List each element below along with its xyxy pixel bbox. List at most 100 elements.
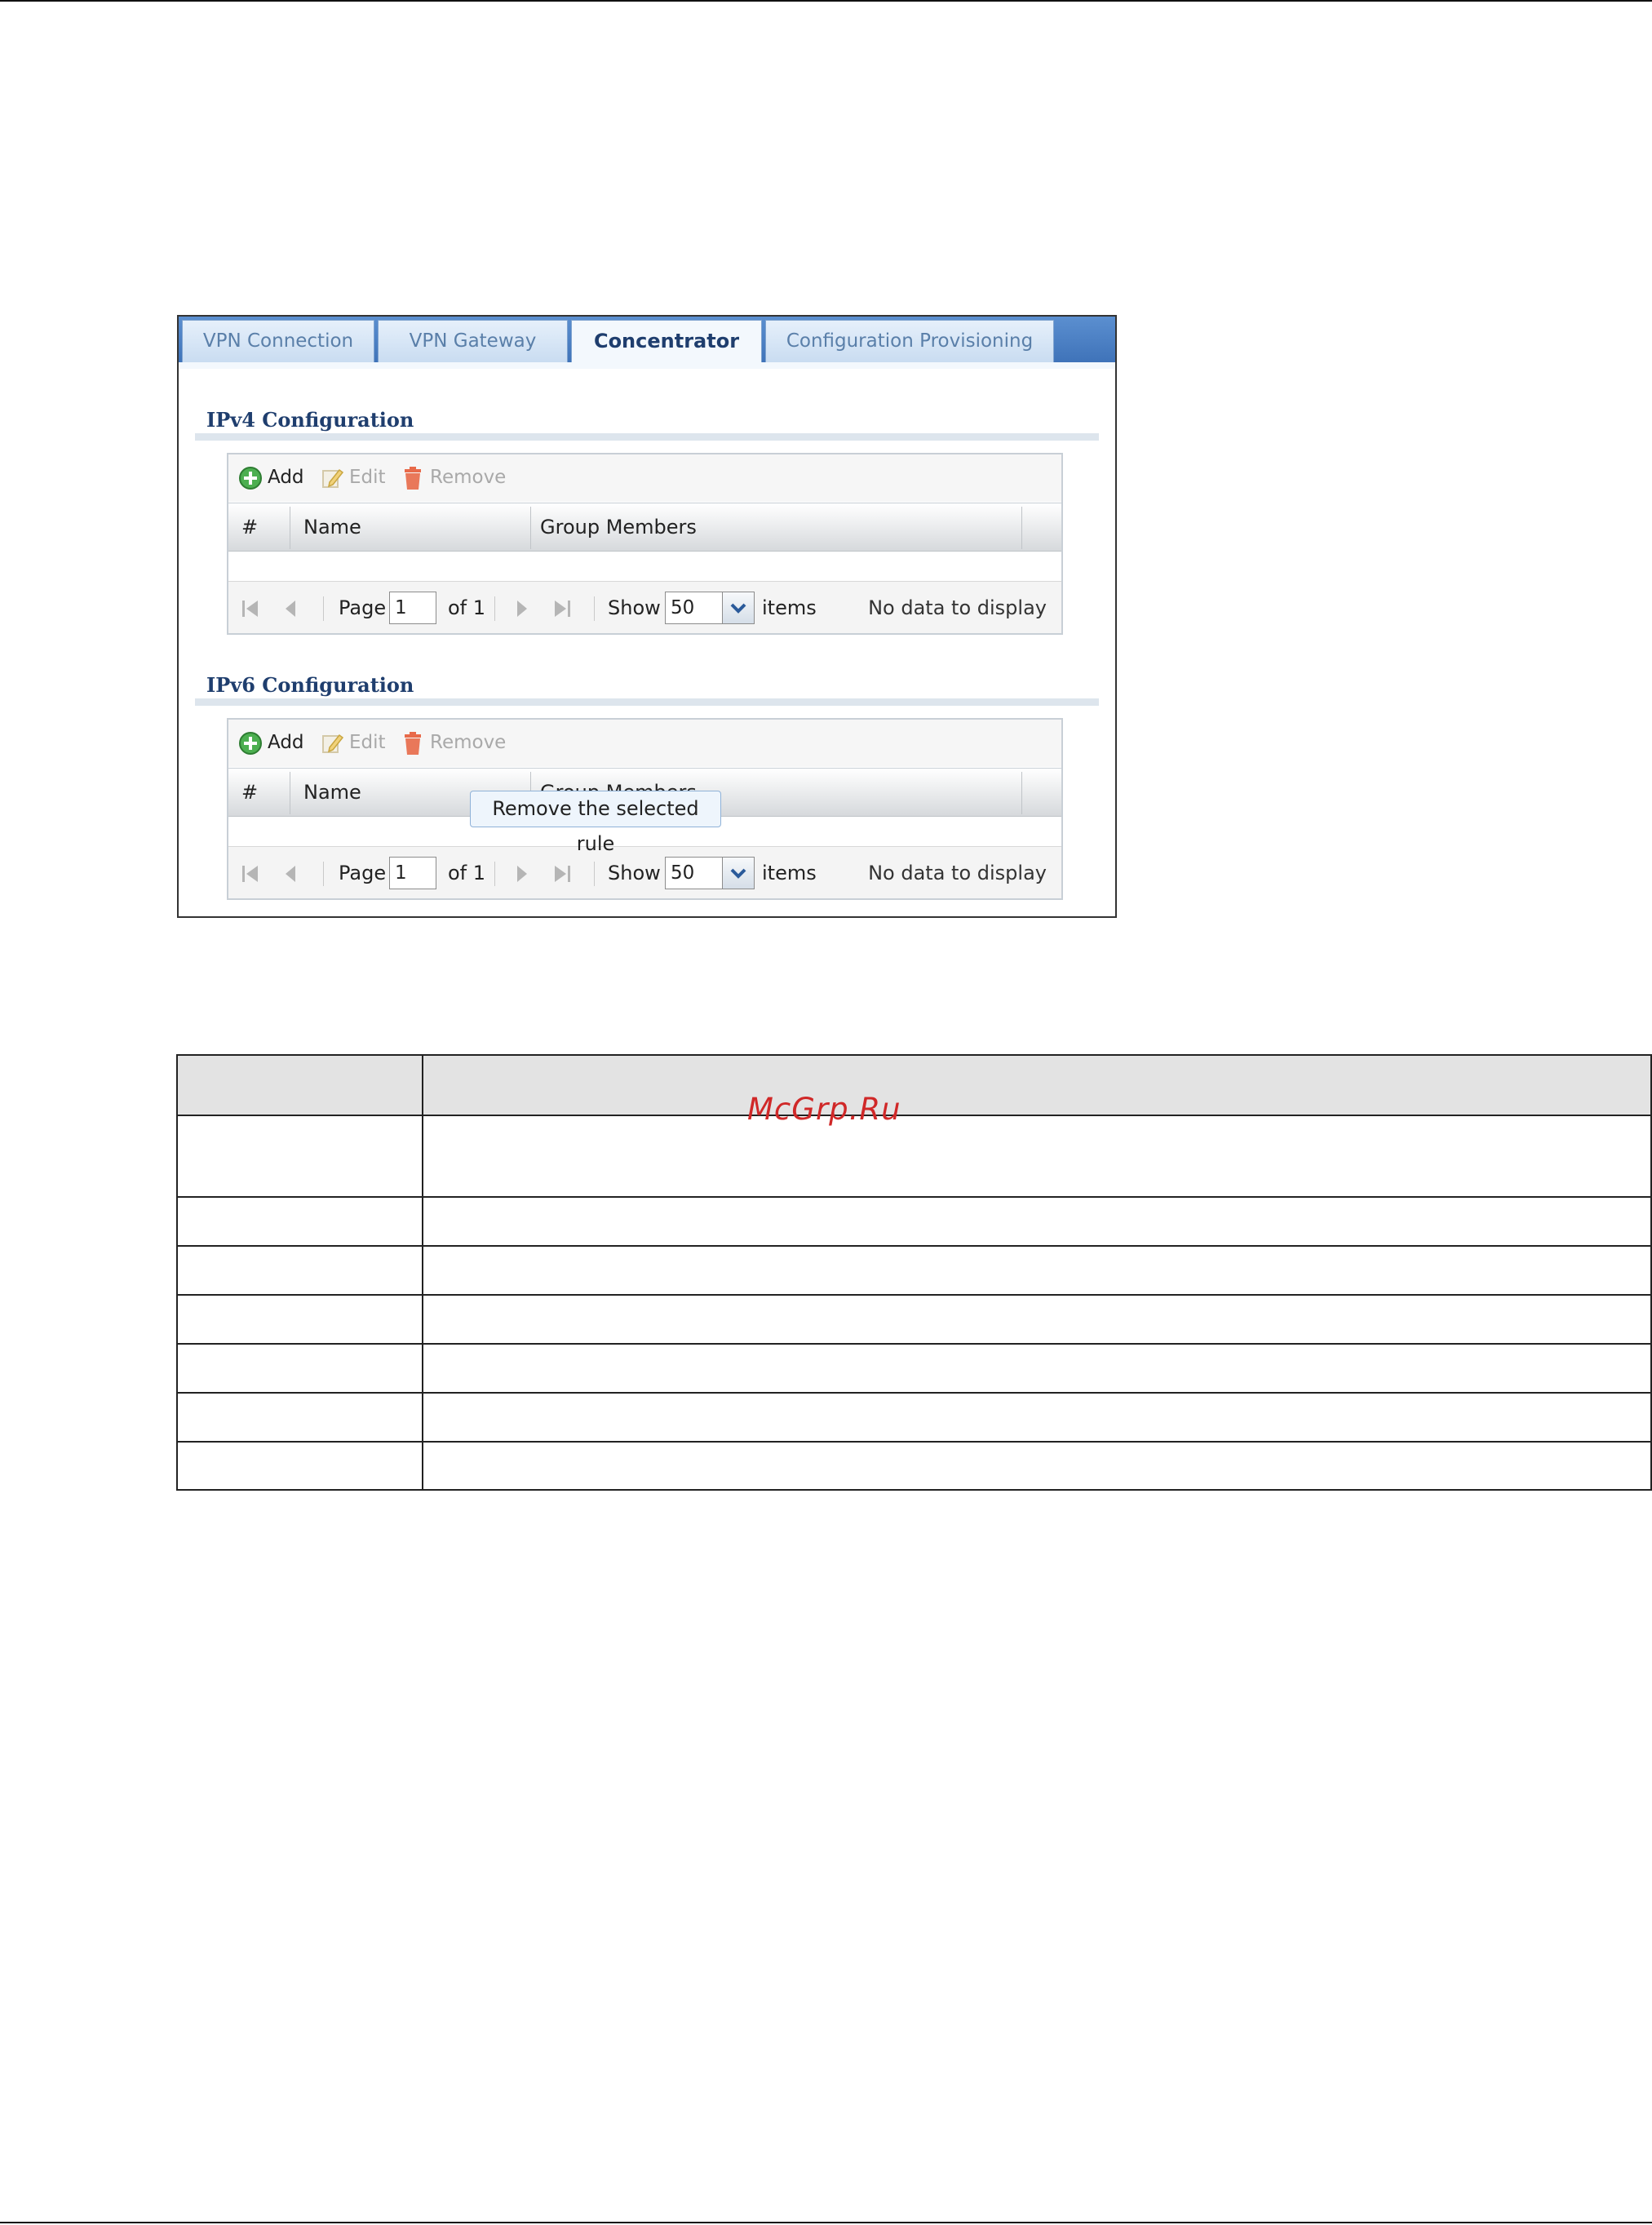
status-text: No data to display — [868, 862, 1047, 884]
page-number-input[interactable]: 1 — [389, 592, 436, 624]
ipv6-pager: Page 1 of 1 Show 50 items No data to dis… — [228, 846, 1061, 898]
pager-divider — [323, 862, 324, 886]
first-page-icon[interactable] — [240, 863, 263, 884]
ipv4-add-button[interactable]: Add — [238, 464, 304, 490]
ipv6-remove-button[interactable]: Remove — [401, 729, 506, 756]
pager-divider — [594, 862, 595, 886]
items-label: items — [762, 862, 817, 884]
next-page-icon[interactable] — [509, 863, 532, 884]
column-header-group-members[interactable]: Group Members — [540, 503, 697, 551]
ipv4-table-body — [228, 552, 1061, 580]
trash-icon — [405, 731, 421, 755]
column-header-number[interactable]: # — [241, 769, 258, 816]
tab-content-strip — [179, 362, 1115, 369]
chevron-down-icon — [730, 868, 746, 879]
ipv4-toolbar: Add Edit Remove — [228, 454, 1061, 502]
page-size-dropdown-button[interactable] — [722, 592, 755, 624]
column-divider — [1021, 507, 1022, 549]
tab-vpn-connection[interactable]: VPN Connection — [182, 320, 374, 362]
column-divider — [1021, 772, 1022, 814]
page-bottom-rule — [0, 2222, 1652, 2223]
page-label: Page — [339, 596, 387, 619]
page-top-rule — [0, 0, 1652, 2]
remove-tooltip: Remove the selected rule — [470, 791, 721, 855]
table-row — [176, 1294, 1652, 1345]
watermark: McGrp.Ru — [747, 1092, 901, 1127]
show-label: Show — [608, 596, 661, 619]
items-label: items — [762, 596, 817, 619]
ipv4-section-divider — [195, 433, 1099, 441]
ipv6-toolbar: Add Edit Remove — [228, 720, 1061, 767]
table-cell — [422, 1196, 1652, 1247]
pager-divider — [323, 596, 324, 621]
column-header-name[interactable]: Name — [303, 769, 361, 816]
previous-page-icon[interactable] — [281, 598, 303, 619]
chevron-down-icon — [730, 603, 746, 614]
first-page-icon[interactable] — [240, 598, 263, 619]
pager-divider — [494, 862, 495, 886]
add-icon — [239, 731, 262, 755]
ipv4-edit-button[interactable]: Edit — [320, 464, 386, 490]
last-page-icon[interactable] — [550, 863, 573, 884]
concentrator-screenshot: VPN Connection VPN Gateway Concentrator … — [177, 315, 1117, 918]
table-row — [176, 1441, 1652, 1491]
remove-label: Remove — [430, 732, 507, 753]
ipv6-section-title: IPv6 Configuration — [206, 673, 414, 697]
table-cell — [422, 1245, 1652, 1296]
table-cell — [176, 1343, 423, 1394]
add-label: Add — [268, 732, 304, 753]
add-icon — [239, 466, 262, 490]
tab-bar: VPN Connection VPN Gateway Concentrator … — [179, 317, 1115, 362]
status-text: No data to display — [868, 596, 1047, 619]
table-cell — [422, 1115, 1652, 1198]
previous-page-icon[interactable] — [281, 863, 303, 884]
pager-divider — [594, 596, 595, 621]
table-row — [176, 1245, 1652, 1296]
show-label: Show — [608, 862, 661, 884]
table-cell — [176, 1245, 423, 1296]
pager-divider — [494, 596, 495, 621]
table-header-cell — [422, 1054, 1652, 1116]
add-label: Add — [268, 467, 304, 488]
edit-icon — [322, 734, 344, 753]
page-count-label: of 1 — [448, 862, 486, 884]
edit-icon — [322, 468, 344, 488]
table-header-row — [176, 1054, 1652, 1116]
tab-concentrator[interactable]: Concentrator — [571, 320, 762, 362]
ipv4-panel: Add Edit Remove # Name Group Members Pag… — [227, 453, 1063, 635]
page-count-label: of 1 — [448, 596, 486, 619]
ipv4-pager: Page 1 of 1 Show 50 items No data to dis… — [228, 581, 1061, 633]
edit-label: Edit — [349, 467, 386, 488]
tab-configuration-provisioning[interactable]: Configuration Provisioning — [765, 320, 1054, 362]
table-cell — [176, 1294, 423, 1345]
page-size-dropdown-button[interactable] — [722, 857, 755, 889]
field-description-table — [176, 1054, 1652, 1491]
page-label: Page — [339, 862, 387, 884]
ipv6-section-divider — [195, 698, 1099, 706]
table-cell — [176, 1392, 423, 1443]
next-page-icon[interactable] — [509, 598, 532, 619]
trash-icon — [405, 466, 421, 490]
tab-vpn-gateway[interactable]: VPN Gateway — [378, 320, 568, 362]
page-size-select[interactable]: 50 — [665, 592, 724, 624]
table-cell — [422, 1392, 1652, 1443]
table-row — [176, 1196, 1652, 1247]
page-size-select[interactable]: 50 — [665, 857, 724, 889]
table-row — [176, 1115, 1652, 1198]
table-cell — [422, 1343, 1652, 1394]
ipv4-section-title: IPv4 Configuration — [206, 408, 414, 432]
column-divider — [530, 507, 531, 549]
ipv6-add-button[interactable]: Add — [238, 729, 304, 756]
table-cell — [176, 1441, 423, 1491]
edit-label: Edit — [349, 732, 386, 753]
ipv4-remove-button[interactable]: Remove — [401, 464, 506, 490]
column-header-number[interactable]: # — [241, 503, 258, 551]
column-header-name[interactable]: Name — [303, 503, 361, 551]
table-header-cell — [176, 1054, 423, 1116]
page-number-input[interactable]: 1 — [389, 857, 436, 889]
table-cell — [176, 1196, 423, 1247]
last-page-icon[interactable] — [550, 598, 573, 619]
table-cell — [422, 1441, 1652, 1491]
ipv6-edit-button[interactable]: Edit — [320, 729, 386, 756]
remove-label: Remove — [430, 467, 507, 488]
